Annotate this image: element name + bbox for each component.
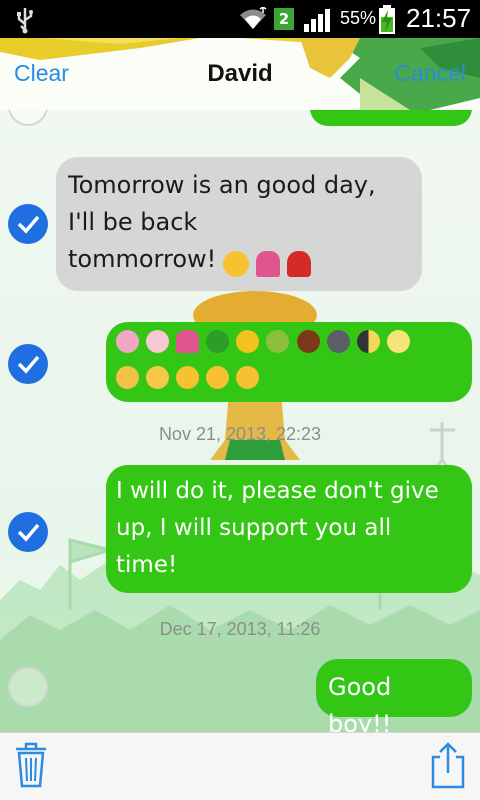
emoji-row (116, 366, 462, 396)
bouquet-emoji (116, 330, 139, 353)
tulip-emoji (256, 251, 281, 277)
emoji-group (223, 251, 313, 277)
tulip-emoji (176, 330, 200, 353)
timestamp: Nov 21, 2013, 22:23 (158, 424, 322, 444)
share-icon[interactable] (430, 741, 466, 789)
new-moon-face-emoji (326, 330, 350, 353)
melon-emoji (266, 330, 290, 353)
message-text: I will do it, please don't give up, I wi… (116, 478, 439, 578)
checkmark-icon (17, 215, 40, 234)
battery-percent: 55% (340, 8, 377, 28)
grinning-face-emoji (223, 251, 249, 277)
select-checkbox[interactable] (8, 667, 48, 707)
chestnut-emoji (296, 330, 320, 353)
checkmark-icon (17, 355, 40, 374)
signal-icon (304, 9, 330, 32)
emoji-row (116, 330, 462, 360)
conversation-header: Clear David Cancel (0, 38, 480, 110)
bottom-action-bar (0, 732, 480, 800)
checkmark-icon (17, 523, 40, 542)
outgoing-message-bubble[interactable]: I will do it, please don't give up, I wi… (106, 465, 472, 593)
select-checkbox-checked[interactable] (8, 512, 48, 552)
wifi-icon (240, 7, 267, 29)
message-text: Good boy!! (328, 673, 392, 732)
outgoing-message-bubble[interactable] (106, 322, 472, 402)
timestamp: Dec 17, 2013, 11:26 (159, 619, 321, 639)
cherry-blossom-emoji (146, 330, 170, 353)
trash-icon[interactable] (14, 741, 48, 789)
clock: 21:57 (406, 3, 472, 33)
previous-message-bubble[interactable] (310, 110, 472, 126)
grinning-face-emoji (176, 366, 200, 389)
battery-charging-icon (379, 5, 395, 34)
outgoing-message-bubble[interactable]: Good boy!! (316, 659, 472, 732)
smiling-face-emoji (236, 366, 260, 389)
usb-icon (17, 8, 33, 34)
four-leaf-clover-emoji (206, 330, 230, 353)
full-moon-face-emoji (386, 330, 410, 353)
sunflower-emoji (236, 330, 260, 353)
status-bar: 2 55% 21:57 (0, 0, 480, 38)
first-quarter-moon-emoji (356, 330, 380, 353)
screaming-face-emoji (146, 366, 170, 389)
message-list[interactable]: Tomorrow is an good day, I'll be back to… (0, 110, 480, 732)
sim-slot-badge: 2 (274, 8, 294, 30)
select-checkbox-checked[interactable] (8, 344, 48, 384)
select-checkbox-checked[interactable] (8, 204, 48, 244)
crying-cat-emoji (116, 366, 139, 389)
cancel-button[interactable]: Cancel (394, 60, 466, 87)
grinning-face-emoji (206, 366, 230, 389)
rose-emoji (287, 251, 312, 277)
